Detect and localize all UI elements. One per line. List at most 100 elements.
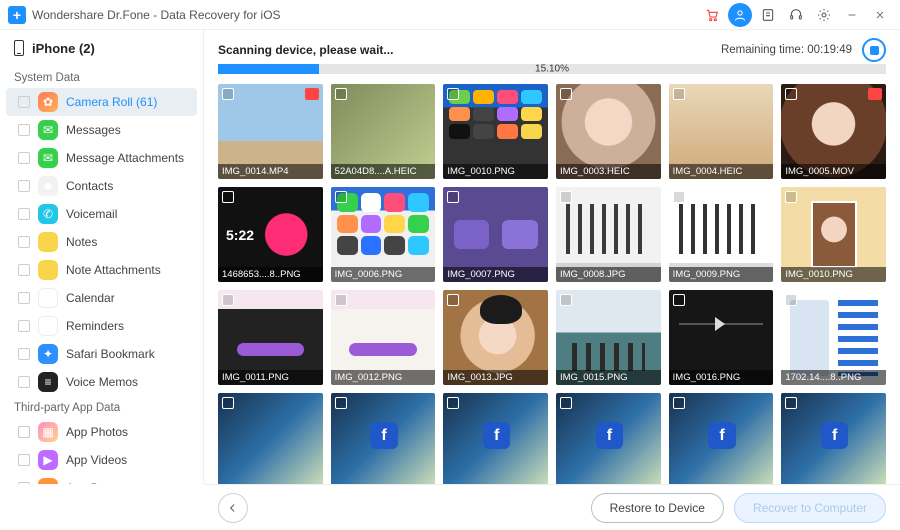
window-minimize-icon[interactable]	[840, 3, 864, 27]
thumbnail[interactable]: IMG_0003.HEIC	[556, 84, 661, 179]
thumbnail-checkbox[interactable]	[335, 397, 347, 409]
sidebar-item-camera-roll-61-[interactable]: ✿Camera Roll (61)	[6, 88, 197, 116]
device-name: iPhone (2)	[32, 41, 95, 56]
thumbnail-checkbox[interactable]	[673, 397, 685, 409]
thumbnail[interactable]: 1702.14....8..PNG	[781, 290, 886, 385]
thumbnail-checkbox[interactable]	[785, 88, 797, 100]
thumbnail[interactable]	[443, 393, 548, 484]
thumbnail-checkbox[interactable]	[560, 88, 572, 100]
category-list: ✿Camera Roll (61)✉Messages✉Message Attac…	[0, 88, 203, 484]
thumbnail-checkbox[interactable]	[335, 294, 347, 306]
thumbnail-checkbox[interactable]	[222, 88, 234, 100]
sidebar-item-messages[interactable]: ✉Messages	[0, 116, 203, 144]
cart-icon[interactable]	[700, 3, 724, 27]
thumbnail-checkbox[interactable]	[560, 397, 572, 409]
settings-gear-icon[interactable]	[812, 3, 836, 27]
thumbnail[interactable]: IMG_0013.JPG	[443, 290, 548, 385]
thumbnail[interactable]	[218, 393, 323, 484]
thumbnail-scroll[interactable]: IMG_0014.MP452A04D8....A.HEICIMG_0010.PN…	[204, 84, 900, 484]
thumbnail[interactable]: IMG_0016.PNG	[669, 290, 774, 385]
recover-to-computer-button: Recover to Computer	[734, 493, 886, 523]
back-button[interactable]	[218, 493, 248, 523]
checkbox[interactable]	[18, 482, 30, 484]
checkbox[interactable]	[18, 264, 30, 276]
thumbnail[interactable]: IMG_0010.PNG	[781, 187, 886, 282]
checkbox[interactable]	[18, 426, 30, 438]
thumbnail-checkbox[interactable]	[673, 294, 685, 306]
category-icon: 7	[38, 288, 58, 308]
thumbnail-checkbox[interactable]	[222, 294, 234, 306]
sidebar-item-notes[interactable]: Notes	[0, 228, 203, 256]
feedback-icon[interactable]	[756, 3, 780, 27]
category-label: Note Attachments	[66, 263, 161, 277]
user-account-icon[interactable]	[728, 3, 752, 27]
thumbnail-checkbox[interactable]	[785, 294, 797, 306]
thumbnail[interactable]: IMG_0007.PNG	[443, 187, 548, 282]
sidebar-item-app-photos[interactable]: ▦App Photos	[0, 418, 203, 446]
thumbnail[interactable]	[669, 393, 774, 484]
sidebar-item-app-document[interactable]: ≣App Document	[0, 474, 203, 484]
thumbnail[interactable]: IMG_0011.PNG	[218, 290, 323, 385]
thumbnail-checkbox[interactable]	[335, 191, 347, 203]
sidebar-item-message-attachments[interactable]: ✉Message Attachments	[0, 144, 203, 172]
thumbnail-checkbox[interactable]	[222, 397, 234, 409]
sidebar-item-voicemail[interactable]: ✆Voicemail	[0, 200, 203, 228]
thumbnail-checkbox[interactable]	[673, 191, 685, 203]
checkbox[interactable]	[18, 208, 30, 220]
thumbnail-checkbox[interactable]	[447, 88, 459, 100]
checkbox[interactable]	[18, 376, 30, 388]
thumbnail-checkbox[interactable]	[785, 397, 797, 409]
thumbnail-checkbox[interactable]	[560, 294, 572, 306]
progress-track: 15.10%	[218, 64, 886, 74]
thumbnail-checkbox[interactable]	[560, 191, 572, 203]
video-badge-icon	[868, 88, 882, 100]
thumbnail[interactable]: IMG_0008.JPG	[556, 187, 661, 282]
thumbnail[interactable]: IMG_0005.MOV	[781, 84, 886, 179]
sidebar-item-calendar[interactable]: 7 Calendar	[0, 284, 203, 312]
thumbnail[interactable]: 52A04D8....A.HEIC	[331, 84, 436, 179]
sidebar-item-voice-memos[interactable]: ≡Voice Memos	[0, 368, 203, 396]
app-title: Wondershare Dr.Fone - Data Recovery for …	[32, 8, 281, 22]
thumbnail[interactable]: IMG_0006.PNG	[331, 187, 436, 282]
sidebar-item-note-attachments[interactable]: Note Attachments	[0, 256, 203, 284]
checkbox[interactable]	[18, 152, 30, 164]
thumbnail[interactable]: IMG_0012.PNG	[331, 290, 436, 385]
checkbox[interactable]	[18, 454, 30, 466]
checkbox[interactable]	[18, 320, 30, 332]
thumbnail[interactable]	[556, 393, 661, 484]
window-close-icon[interactable]	[868, 3, 892, 27]
thumbnail-checkbox[interactable]	[447, 191, 459, 203]
thumbnail[interactable]: IMG_0004.HEIC	[669, 84, 774, 179]
sidebar-item-reminders[interactable]: 7Reminders	[0, 312, 203, 340]
checkbox[interactable]	[18, 96, 30, 108]
restore-to-device-button[interactable]: Restore to Device	[591, 493, 724, 523]
category-icon: 7	[38, 316, 58, 336]
thumbnail-checkbox[interactable]	[335, 88, 347, 100]
thumbnail[interactable]: IMG_0014.MP4	[218, 84, 323, 179]
checkbox[interactable]	[18, 348, 30, 360]
checkbox[interactable]	[18, 236, 30, 248]
sidebar-item-safari-bookmark[interactable]: ✦Safari Bookmark	[0, 340, 203, 368]
checkbox[interactable]	[18, 180, 30, 192]
checkbox[interactable]	[18, 292, 30, 304]
category-label: Calendar	[66, 291, 115, 305]
thumbnail[interactable]: IMG_0009.PNG	[669, 187, 774, 282]
category-icon	[38, 260, 58, 280]
thumbnail[interactable]: IMG_0015.PNG	[556, 290, 661, 385]
thumbnail-checkbox[interactable]	[447, 397, 459, 409]
thumbnail[interactable]	[781, 393, 886, 484]
device-header[interactable]: iPhone (2)	[0, 30, 203, 66]
thumbnail-checkbox[interactable]	[785, 191, 797, 203]
thumbnail[interactable]: 5:221468653....8..PNG	[218, 187, 323, 282]
video-badge-icon	[305, 88, 319, 100]
thumbnail[interactable]	[331, 393, 436, 484]
thumbnail[interactable]: IMG_0010.PNG	[443, 84, 548, 179]
thumbnail-checkbox[interactable]	[673, 88, 685, 100]
sidebar-item-app-videos[interactable]: ▶App Videos	[0, 446, 203, 474]
checkbox[interactable]	[18, 124, 30, 136]
stop-scan-button[interactable]	[862, 38, 886, 62]
sidebar-item-contacts[interactable]: ☻Contacts	[0, 172, 203, 200]
support-headset-icon[interactable]	[784, 3, 808, 27]
thumbnail-checkbox[interactable]	[222, 191, 234, 203]
thumbnail-checkbox[interactable]	[447, 294, 459, 306]
